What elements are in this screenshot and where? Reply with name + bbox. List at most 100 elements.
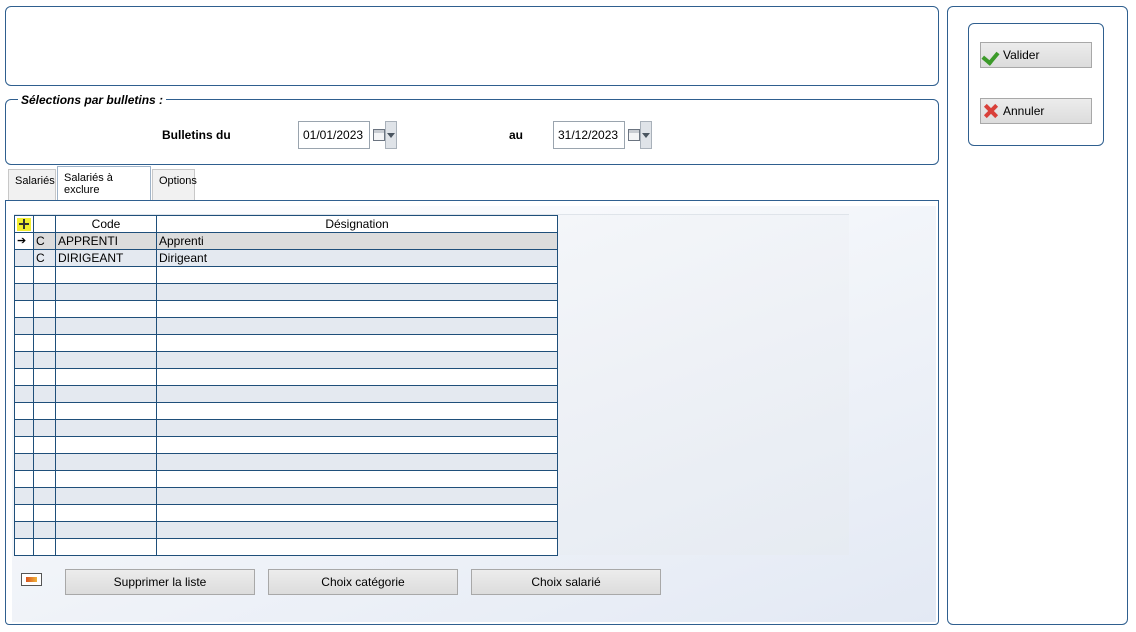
row-indicator-cell[interactable]: [14, 419, 34, 437]
type-cell[interactable]: [33, 487, 56, 505]
type-cell[interactable]: [33, 470, 56, 488]
table-row[interactable]: [14, 385, 558, 403]
to-date-input[interactable]: 31/12/2023: [553, 121, 625, 149]
designation-cell[interactable]: [156, 385, 558, 403]
add-row-icon[interactable]: [17, 218, 31, 232]
type-cell[interactable]: C: [33, 249, 56, 267]
clear-list-button[interactable]: Supprimer la liste: [65, 569, 255, 595]
designation-cell[interactable]: [156, 334, 558, 352]
choose-category-button[interactable]: Choix catégorie: [268, 569, 458, 595]
type-cell[interactable]: [33, 300, 56, 318]
code-cell[interactable]: [55, 334, 157, 352]
row-indicator-cell[interactable]: [14, 283, 34, 301]
row-indicator-cell[interactable]: [14, 317, 34, 335]
dropdown-arrow-icon[interactable]: [385, 121, 397, 149]
code-cell[interactable]: [55, 470, 157, 488]
type-cell[interactable]: [33, 402, 56, 420]
table-row[interactable]: [14, 368, 558, 386]
designation-cell[interactable]: [156, 487, 558, 505]
designation-cell[interactable]: [156, 283, 558, 301]
code-cell[interactable]: APPRENTI: [55, 232, 157, 250]
row-indicator-cell[interactable]: [14, 368, 34, 386]
type-cell[interactable]: [33, 504, 56, 522]
choose-employee-button[interactable]: Choix salarié: [471, 569, 661, 595]
code-cell[interactable]: [55, 538, 157, 556]
designation-cell[interactable]: [156, 317, 558, 335]
code-cell[interactable]: [55, 504, 157, 522]
row-indicator-cell[interactable]: [14, 487, 34, 505]
from-date-picker[interactable]: [371, 121, 397, 149]
designation-cell[interactable]: [156, 504, 558, 522]
code-cell[interactable]: [55, 385, 157, 403]
designation-cell[interactable]: [156, 300, 558, 318]
type-cell[interactable]: [33, 334, 56, 352]
designation-cell[interactable]: [156, 538, 558, 556]
table-row[interactable]: [14, 266, 558, 284]
table-row[interactable]: [14, 300, 558, 318]
designation-cell[interactable]: [156, 402, 558, 420]
table-row[interactable]: [14, 283, 558, 301]
designation-cell[interactable]: Apprenti: [156, 232, 558, 250]
designation-cell[interactable]: [156, 419, 558, 437]
table-row[interactable]: [14, 470, 558, 488]
table-row[interactable]: [14, 317, 558, 335]
designation-cell[interactable]: [156, 266, 558, 284]
designation-cell[interactable]: [156, 368, 558, 386]
row-indicator-cell[interactable]: ➔: [14, 232, 34, 250]
table-row[interactable]: [14, 334, 558, 352]
row-indicator-cell[interactable]: [14, 538, 34, 556]
table-row[interactable]: C DIRIGEANT Dirigeant: [14, 249, 558, 267]
row-indicator-cell[interactable]: [14, 249, 34, 267]
designation-cell[interactable]: [156, 470, 558, 488]
row-indicator-cell[interactable]: [14, 351, 34, 369]
row-indicator-cell[interactable]: [14, 470, 34, 488]
type-cell[interactable]: [33, 419, 56, 437]
table-row[interactable]: [14, 504, 558, 522]
table-row[interactable]: [14, 402, 558, 420]
table-row[interactable]: [14, 487, 558, 505]
tab-salaries[interactable]: Salariés: [8, 169, 56, 200]
table-row[interactable]: [14, 538, 558, 556]
designation-cell[interactable]: Dirigeant: [156, 249, 558, 267]
code-cell[interactable]: [55, 317, 157, 335]
type-cell[interactable]: [33, 521, 56, 539]
cancel-button[interactable]: Annuler: [980, 98, 1092, 124]
code-cell[interactable]: [55, 521, 157, 539]
type-cell[interactable]: [33, 283, 56, 301]
validate-button[interactable]: Valider: [980, 42, 1092, 68]
code-cell[interactable]: [55, 453, 157, 471]
row-indicator-cell[interactable]: [14, 436, 34, 454]
legend-icon[interactable]: [21, 573, 42, 586]
designation-cell[interactable]: [156, 521, 558, 539]
type-cell[interactable]: C: [33, 232, 56, 250]
code-cell[interactable]: [55, 266, 157, 284]
row-indicator-cell[interactable]: [14, 402, 34, 420]
table-row[interactable]: [14, 419, 558, 437]
designation-cell[interactable]: [156, 436, 558, 454]
designation-header[interactable]: Désignation: [156, 215, 558, 233]
code-cell[interactable]: [55, 368, 157, 386]
row-indicator-cell[interactable]: [14, 300, 34, 318]
type-cell[interactable]: [33, 266, 56, 284]
designation-cell[interactable]: [156, 453, 558, 471]
tab-salaries-a-exclure[interactable]: Salariés à exclure: [57, 166, 151, 201]
code-cell[interactable]: DIRIGEANT: [55, 249, 157, 267]
row-indicator-cell[interactable]: [14, 453, 34, 471]
row-indicator-cell[interactable]: [14, 334, 34, 352]
code-cell[interactable]: [55, 351, 157, 369]
type-cell[interactable]: [33, 436, 56, 454]
code-cell[interactable]: [55, 402, 157, 420]
tab-options[interactable]: Options: [152, 169, 197, 200]
type-cell[interactable]: [33, 453, 56, 471]
dropdown-arrow-icon[interactable]: [640, 121, 652, 149]
row-indicator-cell[interactable]: [14, 521, 34, 539]
row-indicator-cell[interactable]: [14, 385, 34, 403]
code-header[interactable]: Code: [55, 215, 157, 233]
code-cell[interactable]: [55, 436, 157, 454]
table-row[interactable]: [14, 453, 558, 471]
from-date-input[interactable]: 01/01/2023: [298, 121, 370, 149]
type-cell[interactable]: [33, 351, 56, 369]
table-row[interactable]: [14, 521, 558, 539]
code-cell[interactable]: [55, 487, 157, 505]
add-row-cell[interactable]: [14, 215, 34, 233]
